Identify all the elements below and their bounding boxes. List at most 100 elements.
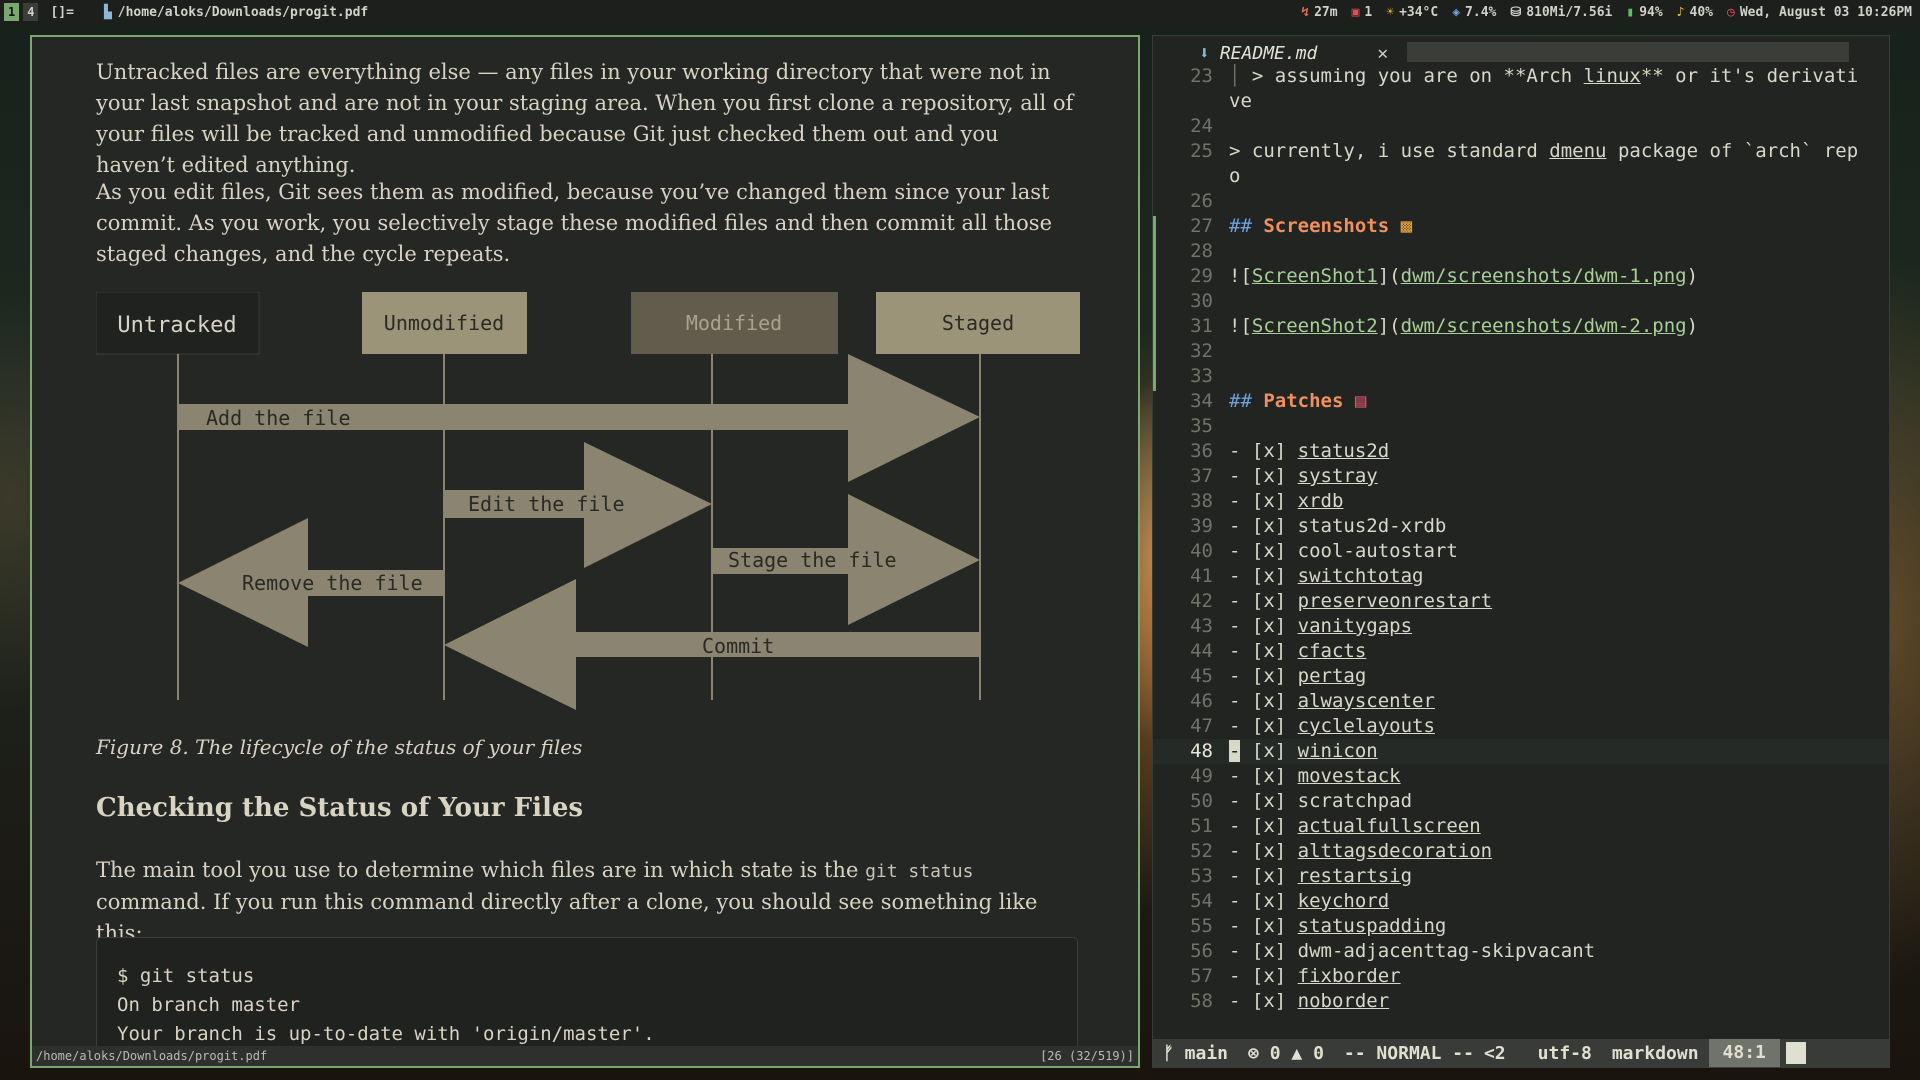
file-type: markdown bbox=[1611, 1042, 1699, 1064]
text-cursor: - bbox=[1229, 740, 1241, 762]
weather-status: ☀ +34°C bbox=[1386, 4, 1439, 20]
camera-icon: ▩ bbox=[1400, 215, 1413, 237]
uptime-status: ↯ 27m bbox=[1301, 4, 1338, 20]
editor-line: 26 bbox=[1190, 190, 1213, 212]
cursor-position: 48:1 bbox=[1708, 1039, 1780, 1067]
markdown-icon: ⬇ bbox=[1199, 42, 1210, 64]
pdf-viewer-window[interactable]: Untracked files are everything else — an… bbox=[30, 35, 1140, 1068]
battery-status: ▮ 94% bbox=[1626, 4, 1663, 20]
tab-readme[interactable]: ⬇ README.md ✕ bbox=[1199, 40, 1388, 66]
system-status: ↯ 27m ▣ 1 ☀ +34°C ◈ 7.4% ⛁ 810Mi/7.56i ▮ 94% ♪… bbox=[1301, 0, 1912, 24]
editor-line: o bbox=[1229, 165, 1241, 187]
alarm-clock-icon: ◷ bbox=[1726, 4, 1735, 20]
patch-list-item: 40- [x] cool-autostart bbox=[1190, 540, 1458, 562]
code-line: Your branch is up-to-date with 'origin/m… bbox=[117, 1023, 655, 1045]
updates-status: ▣ 1 bbox=[1351, 4, 1373, 20]
patch-list-item: 51- [x] actualfullscreen bbox=[1190, 815, 1481, 837]
patch-list-item: 44- [x] cfacts bbox=[1190, 640, 1367, 662]
top-status-bar: 1 4 []= ▙ /home/aloks/Downloads/progit.pd… bbox=[0, 0, 1920, 24]
editor-line: 23 │ > assuming you are on **Arch linux**… bbox=[1190, 65, 1859, 87]
patch-list-item: 38- [x] xrdb bbox=[1190, 490, 1344, 512]
warning-icon: ▲ bbox=[1291, 1042, 1303, 1064]
editor-buffer[interactable]: 23 │ > assuming you are on **Arch linux**… bbox=[1153, 64, 1889, 1014]
tag-1[interactable]: 1 bbox=[4, 3, 20, 21]
cpu-icon: ◈ bbox=[1452, 4, 1461, 20]
patch-list-item: 42- [x] preserveonrestart bbox=[1190, 590, 1493, 612]
lifecycle-figure: Untracked Unmodified Modified Staged Add… bbox=[96, 292, 1080, 710]
patch-list-item: 54- [x] keychord bbox=[1190, 890, 1390, 912]
layout-indicator[interactable]: []= bbox=[50, 5, 73, 20]
editor-line: 32 bbox=[1190, 340, 1213, 362]
arrow-remove-file-label: Remove the file bbox=[242, 571, 423, 595]
patch-list-item: 46- [x] alwayscenter bbox=[1190, 690, 1435, 712]
close-icon[interactable]: ✕ bbox=[1377, 43, 1388, 64]
file-encoding: utf-8 bbox=[1537, 1042, 1592, 1064]
patch-list-item: 45- [x] pertag bbox=[1190, 665, 1367, 687]
document-icon: ▙ bbox=[103, 4, 112, 20]
patch-list-item: 57- [x] fixborder bbox=[1190, 965, 1401, 987]
editor-line: 35 bbox=[1190, 415, 1213, 437]
code-line: On branch master bbox=[117, 994, 301, 1016]
vim-mode: -- NORMAL -- bbox=[1343, 1042, 1474, 1064]
buffer-indicator: <2 bbox=[1483, 1042, 1506, 1064]
patch-list-item: 58- [x] noborder bbox=[1190, 990, 1390, 1012]
clock-status: ◷ Wed, August 03 10:26PM bbox=[1726, 4, 1912, 20]
arrow-add-file-label: Add the file bbox=[206, 406, 351, 430]
diagnostics: ⊗ 0 ▲ 0 bbox=[1248, 1042, 1324, 1064]
patch-list-item: 49- [x] movestack bbox=[1190, 765, 1401, 787]
window-title: ▙ /home/aloks/Downloads/progit.pdf bbox=[104, 5, 368, 20]
patch-list-item: 41- [x] switchtotag bbox=[1190, 565, 1424, 587]
editor-line: 31 ![ScreenShot2](dwm/screenshots/dwm-2.p… bbox=[1190, 315, 1699, 337]
patch-list-item: 37- [x] systray bbox=[1190, 465, 1378, 487]
pdf-page-indicator: [26 (32/519)] bbox=[1040, 1049, 1134, 1063]
tabline-fill bbox=[1407, 42, 1849, 62]
editor-line: 25 > currently, i use standard dmenu pack… bbox=[1190, 140, 1859, 162]
patch-list-item: 50- [x] scratchpad bbox=[1190, 790, 1413, 812]
editor-statusline: ᚠ main ⊗ 0 ▲ 0 -- NORMAL -- <2 utf-8 mar… bbox=[1153, 1039, 1889, 1067]
bell-icon: ♪ bbox=[1676, 4, 1685, 20]
paragraph-modified: As you edit files, Git sees them as modi… bbox=[96, 180, 1052, 266]
error-icon: ⊗ bbox=[1248, 1042, 1259, 1064]
paragraph-untracked: Untracked files are everything else — an… bbox=[96, 60, 1074, 177]
figure-caption: Figure 8. The lifecycle of the status of… bbox=[96, 735, 583, 759]
patch-list-item: 53- [x] restartsig bbox=[1190, 865, 1413, 887]
package-icon: ▣ bbox=[1351, 4, 1360, 20]
window-title-text: /home/aloks/Downloads/progit.pdf bbox=[117, 4, 369, 20]
arrow-edit-file-label: Edit the file bbox=[468, 492, 625, 516]
patch-list-item: 36- [x] status2d bbox=[1190, 440, 1390, 462]
arrow-commit-label: Commit bbox=[702, 634, 774, 658]
pdf-statusbar: /home/aloks/Downloads/progit.pdf [26 (32… bbox=[32, 1046, 1138, 1066]
scroll-indicator bbox=[1785, 1042, 1806, 1064]
editor-line: 33 bbox=[1190, 365, 1213, 387]
patch-list-item: 39- [x] status2d-xrdb bbox=[1190, 515, 1447, 537]
battery-icon: ▮ bbox=[1626, 4, 1635, 20]
patches-icon: ▤ bbox=[1354, 390, 1367, 412]
editor-line: 34 ## Patches ▤ bbox=[1190, 390, 1367, 412]
volume-status: ♪ 40% bbox=[1676, 4, 1713, 20]
code-line: $ git status bbox=[117, 965, 255, 987]
editor-line: 30 bbox=[1190, 290, 1213, 312]
editor-line: 28 bbox=[1190, 240, 1213, 262]
weather-icon: ☀ bbox=[1386, 4, 1395, 20]
section-heading: Checking the Status of Your Files bbox=[96, 793, 584, 823]
patch-list-item: 48- [x] winicon bbox=[1153, 739, 1889, 764]
editor-line: ve bbox=[1229, 90, 1252, 112]
git-branch: ᚠ main bbox=[1163, 1042, 1229, 1064]
editor-line: 27 ## Screenshots ▩ bbox=[1190, 215, 1413, 237]
editor-window[interactable]: ⬇ README.md ✕ 23 │ > assuming you are on … bbox=[1152, 35, 1890, 1068]
state-unmodified-label: Unmodified bbox=[384, 311, 504, 335]
patch-list-item: 47- [x] cyclelayouts bbox=[1190, 715, 1435, 737]
patch-list-item: 56- [x] dwm-adjacenttag-skipvacant bbox=[1190, 940, 1596, 962]
editor-line: 29 ![ScreenShot1](dwm/screenshots/dwm-1.p… bbox=[1190, 265, 1699, 287]
pdf-file-path: /home/aloks/Downloads/progit.pdf bbox=[36, 1049, 268, 1063]
branch-icon: ᚠ bbox=[1163, 1042, 1174, 1064]
patch-list-item: 52- [x] alttagsdecoration bbox=[1190, 840, 1493, 862]
paragraph-git-status: The main tool you use to determine which… bbox=[96, 858, 1038, 945]
state-staged-label: Staged bbox=[942, 311, 1014, 335]
inline-code: git status bbox=[865, 861, 974, 882]
editor-line: 24 bbox=[1190, 115, 1213, 137]
patch-list-item: 55- [x] statuspadding bbox=[1190, 915, 1447, 937]
patch-list: 36- [x] status2d 37- [x] systray 38- [x] x… bbox=[1153, 439, 1889, 1014]
pdf-page[interactable]: Untracked files are everything else — an… bbox=[32, 37, 1138, 1066]
tag-4[interactable]: 4 bbox=[23, 3, 39, 21]
